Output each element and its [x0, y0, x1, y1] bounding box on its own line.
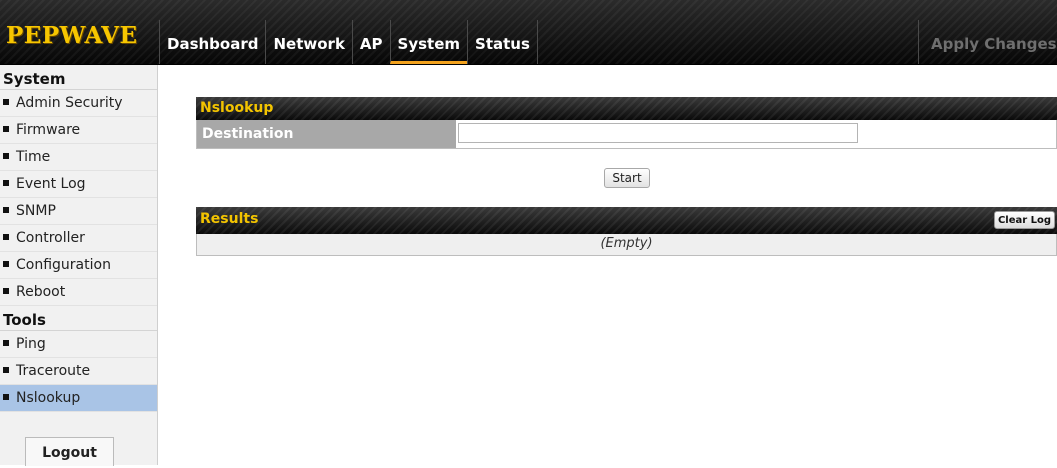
bullet-icon — [3, 367, 9, 373]
bullet-icon — [3, 261, 9, 267]
apply-changes-button[interactable]: Apply Changes — [918, 20, 1057, 64]
bullet-icon — [3, 126, 9, 132]
sidebar-item-label: Time — [16, 149, 51, 165]
sidebar-section-tools: Tools — [0, 306, 157, 331]
sidebar-item-label: Admin Security — [16, 95, 123, 111]
results-empty-row: (Empty) — [196, 234, 1057, 256]
top-navigation-bar: PEPWAVE Dashboard Network AP System Stat… — [0, 0, 1057, 65]
sidebar-item-label: Reboot — [16, 284, 66, 300]
bullet-icon — [3, 234, 9, 240]
sidebar-section-system: System — [0, 65, 157, 90]
sidebar-item-label: Traceroute — [16, 363, 91, 379]
results-title: Results — [200, 211, 259, 227]
nslookup-title: Nslookup — [200, 100, 274, 116]
bullet-icon — [3, 99, 9, 105]
destination-label: Destination — [197, 120, 456, 148]
sidebar-item-admin-security[interactable]: Admin Security — [0, 90, 157, 117]
sidebar-item-label: SNMP — [16, 203, 56, 219]
destination-input[interactable] — [458, 123, 858, 143]
sidebar-item-label: Controller — [16, 230, 85, 246]
start-button[interactable]: Start — [604, 168, 650, 188]
clear-log-button[interactable]: Clear Log — [994, 211, 1055, 229]
sidebar-item-label: Event Log — [16, 176, 86, 192]
sidebar-item-label: Firmware — [16, 122, 81, 138]
sidebar-item-time[interactable]: Time — [0, 144, 157, 171]
sidebar-item-configuration[interactable]: Configuration — [0, 252, 157, 279]
sidebar-item-label: Configuration — [16, 257, 111, 273]
sidebar-item-label: Nslookup — [16, 390, 81, 406]
tab-system[interactable]: System — [389, 20, 468, 64]
bullet-icon — [3, 394, 9, 400]
tab-dashboard[interactable]: Dashboard — [159, 20, 265, 64]
sidebar: System Admin Security Firmware Time Even… — [0, 65, 158, 466]
sidebar-item-controller[interactable]: Controller — [0, 225, 157, 252]
tab-status[interactable]: Status — [467, 20, 538, 64]
sidebar-item-snmp[interactable]: SNMP — [0, 198, 157, 225]
destination-row: Destination — [196, 120, 1057, 149]
main-tabs: Dashboard Network AP System Status — [159, 20, 538, 64]
logout-button[interactable]: Logout — [25, 437, 114, 466]
bullet-icon — [3, 207, 9, 213]
tab-ap[interactable]: AP — [351, 20, 390, 64]
nslookup-panel-header: Nslookup — [196, 97, 1057, 120]
pepwave-logo: PEPWAVE — [6, 22, 138, 49]
sidebar-item-reboot[interactable]: Reboot — [0, 279, 157, 306]
sidebar-item-label: Ping — [16, 336, 46, 352]
bullet-icon — [3, 340, 9, 346]
sidebar-item-firmware[interactable]: Firmware — [0, 117, 157, 144]
bullet-icon — [3, 153, 9, 159]
tab-network[interactable]: Network — [265, 20, 351, 64]
sidebar-item-event-log[interactable]: Event Log — [0, 171, 157, 198]
bullet-icon — [3, 180, 9, 186]
sidebar-item-traceroute[interactable]: Traceroute — [0, 358, 157, 385]
results-panel-header: Results Clear Log — [196, 207, 1057, 234]
sidebar-item-ping[interactable]: Ping — [0, 331, 157, 358]
bullet-icon — [3, 288, 9, 294]
sidebar-item-nslookup[interactable]: Nslookup — [0, 385, 157, 412]
